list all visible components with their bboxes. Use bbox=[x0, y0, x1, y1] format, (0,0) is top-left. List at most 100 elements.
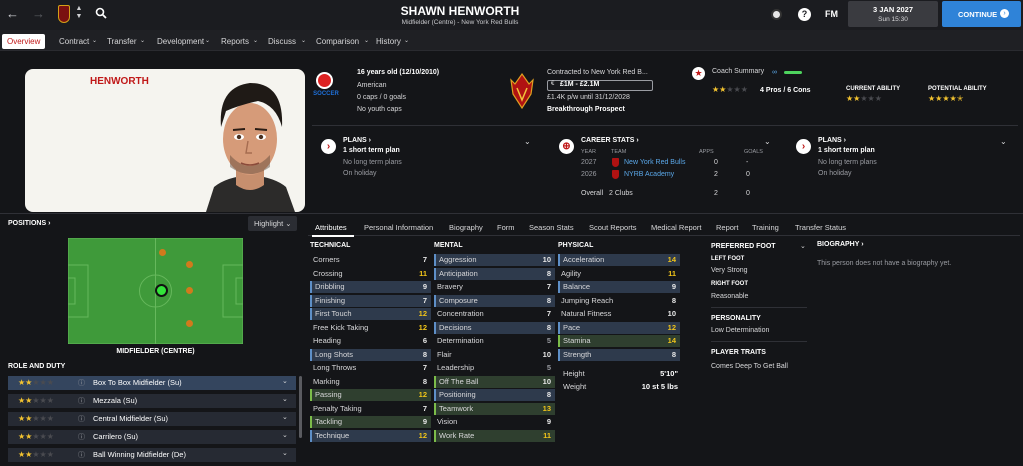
arrow-right-icon[interactable]: › bbox=[321, 139, 336, 154]
attribute-row[interactable]: Decisions 8 bbox=[434, 321, 555, 334]
subtab-attributes[interactable]: Attributes bbox=[315, 223, 347, 232]
search-icon[interactable] bbox=[95, 7, 107, 19]
attribute-row[interactable]: Leadership 5 bbox=[434, 362, 555, 374]
subtab-scout-reports[interactable]: Scout Reports bbox=[589, 223, 637, 232]
attribute-row[interactable]: Finishing 7 bbox=[310, 294, 431, 307]
attribute-row[interactable]: Vision 9 bbox=[434, 416, 555, 428]
attribute-row[interactable]: Balance 9 bbox=[558, 281, 680, 293]
attribute-row[interactable]: Positioning 8 bbox=[434, 389, 555, 401]
attribute-row[interactable]: Concentration 7 bbox=[434, 308, 555, 320]
attribute-row[interactable]: Long Throws 7 bbox=[310, 362, 431, 374]
attribute-row[interactable]: Corners 7 bbox=[310, 254, 431, 266]
tab-discuss[interactable]: Discuss bbox=[268, 34, 296, 49]
help-icon[interactable]: ? bbox=[798, 8, 811, 21]
attribute-row[interactable]: Free Kick Taking 12 bbox=[310, 322, 431, 334]
plans-left-line2: No long term plans bbox=[343, 159, 402, 166]
tab-transfer[interactable]: Transfer bbox=[107, 34, 137, 49]
subtab-personal-info[interactable]: Personal Information bbox=[364, 223, 433, 232]
info-icon[interactable]: ⓘ bbox=[78, 396, 85, 406]
subtab-report[interactable]: Report bbox=[716, 223, 739, 232]
attribute-row[interactable]: Stamina 14 bbox=[558, 335, 680, 347]
attribute-row[interactable]: Tackling 9 bbox=[310, 416, 431, 428]
tab-overview[interactable]: Overview bbox=[2, 34, 46, 49]
subtab-biography[interactable]: Biography bbox=[449, 223, 483, 232]
attribute-row[interactable]: Natural Fitness 10 bbox=[558, 308, 680, 320]
ball-icon[interactable] bbox=[771, 9, 782, 20]
plans-title-left[interactable]: PLANS › bbox=[343, 137, 371, 144]
info-icon[interactable]: ⓘ bbox=[78, 414, 85, 424]
attribute-row[interactable]: Aggression 10 bbox=[434, 254, 555, 266]
fm-logo[interactable]: FM bbox=[825, 9, 838, 19]
attribute-row[interactable]: Teamwork 13 bbox=[434, 402, 555, 415]
attribute-row[interactable]: Bravery 7 bbox=[434, 281, 555, 293]
forward-arrow-icon[interactable]: → bbox=[32, 7, 46, 21]
position-dot-main[interactable] bbox=[155, 284, 168, 297]
plans-title-right[interactable]: PLANS › bbox=[818, 137, 846, 144]
tab-comparison[interactable]: Comparison bbox=[316, 34, 359, 49]
career-row-team[interactable]: NYRB Academy bbox=[624, 171, 674, 178]
attribute-row[interactable]: Flair 10 bbox=[434, 349, 555, 361]
highlight-dropdown[interactable]: Highlight ⌄ bbox=[248, 216, 297, 231]
career-row-year: 2027 bbox=[581, 159, 597, 166]
position-dot[interactable] bbox=[159, 249, 166, 256]
info-icon[interactable]: ⓘ bbox=[78, 378, 85, 388]
tab-development[interactable]: Development bbox=[157, 34, 204, 49]
attribute-row[interactable]: Marking 8 bbox=[310, 376, 431, 388]
chevron-down-icon[interactable]: ⌄ bbox=[764, 137, 771, 146]
info-icon[interactable]: ⓘ bbox=[78, 432, 85, 442]
tab-contract[interactable]: Contract bbox=[59, 34, 89, 49]
position-dot[interactable] bbox=[186, 287, 193, 294]
career-stats-title[interactable]: CAREER STATS › bbox=[581, 137, 639, 144]
attribute-row[interactable]: Acceleration 14 bbox=[558, 254, 680, 266]
attribute-row[interactable]: Penalty Taking 7 bbox=[310, 403, 431, 415]
subtab-medical-report[interactable]: Medical Report bbox=[651, 223, 701, 232]
chevron-down-icon[interactable]: ⌄ bbox=[282, 395, 288, 403]
biography-title[interactable]: BIOGRAPHY › bbox=[817, 241, 864, 248]
attribute-row[interactable]: Determination 5 bbox=[434, 335, 555, 347]
attribute-row[interactable]: First Touch 12 bbox=[310, 308, 431, 320]
attribute-row[interactable]: Passing 12 bbox=[310, 389, 431, 401]
attribute-row[interactable]: Composure 8 bbox=[434, 294, 555, 307]
attribute-row[interactable]: Anticipation 8 bbox=[434, 267, 555, 280]
mental-title: MENTAL bbox=[434, 242, 463, 249]
info-icon[interactable]: ⓘ bbox=[78, 450, 85, 460]
chevron-down-icon[interactable]: ⌄ bbox=[282, 413, 288, 421]
sort-updown-icon[interactable]: ▲ ▼ bbox=[75, 5, 83, 23]
attribute-row[interactable]: Heading 6 bbox=[310, 335, 431, 347]
career-row-team[interactable]: New York Red Bulls bbox=[624, 159, 685, 166]
tab-reports[interactable]: Reports bbox=[221, 34, 249, 49]
chevron-down-icon[interactable]: ⌄ bbox=[282, 431, 288, 439]
scrollbar[interactable] bbox=[299, 376, 302, 438]
chevron-down-icon[interactable]: ⌄ bbox=[1000, 137, 1007, 146]
club-crest-icon[interactable] bbox=[58, 5, 70, 23]
attribute-row[interactable]: Dribbling 9 bbox=[310, 281, 431, 293]
arrow-right-icon[interactable]: › bbox=[796, 139, 811, 154]
attribute-row[interactable]: Work Rate 11 bbox=[434, 429, 555, 442]
attribute-name: Aggression bbox=[439, 255, 477, 264]
attribute-row[interactable]: Strength 8 bbox=[558, 348, 680, 361]
subtab-training[interactable]: Training bbox=[752, 223, 779, 232]
back-arrow-icon[interactable]: ← bbox=[6, 7, 20, 21]
attribute-name: Stamina bbox=[563, 336, 591, 345]
target-icon[interactable]: ⊕ bbox=[559, 139, 574, 154]
trait-value: Comes Deep To Get Ball bbox=[711, 363, 788, 370]
subtab-form[interactable]: Form bbox=[497, 223, 515, 232]
subtab-transfer-status[interactable]: Transfer Status bbox=[795, 223, 846, 232]
attribute-row[interactable]: Off The Ball 10 bbox=[434, 375, 555, 388]
attribute-row[interactable]: Jumping Reach 8 bbox=[558, 295, 680, 307]
position-dot[interactable] bbox=[186, 320, 193, 327]
chevron-down-icon[interactable]: ⌄ bbox=[800, 242, 806, 250]
attribute-row[interactable]: Crossing 11 bbox=[310, 268, 431, 280]
position-dot[interactable] bbox=[186, 261, 193, 268]
attribute-row[interactable]: Agility 11 bbox=[558, 268, 680, 280]
attribute-row[interactable]: Pace 12 bbox=[558, 321, 680, 334]
attribute-row[interactable]: Technique 12 bbox=[310, 429, 431, 442]
attribute-row[interactable]: Long Shots 8 bbox=[310, 348, 431, 361]
positions-title[interactable]: POSITIONS › bbox=[8, 220, 50, 227]
chevron-down-icon[interactable]: ⌄ bbox=[282, 377, 288, 385]
view-icon[interactable]: ∞ bbox=[772, 69, 777, 76]
chevron-down-icon[interactable]: ⌄ bbox=[524, 137, 531, 146]
tab-history[interactable]: History bbox=[376, 34, 401, 49]
subtab-season-stats[interactable]: Season Stats bbox=[529, 223, 574, 232]
chevron-down-icon[interactable]: ⌄ bbox=[282, 449, 288, 457]
